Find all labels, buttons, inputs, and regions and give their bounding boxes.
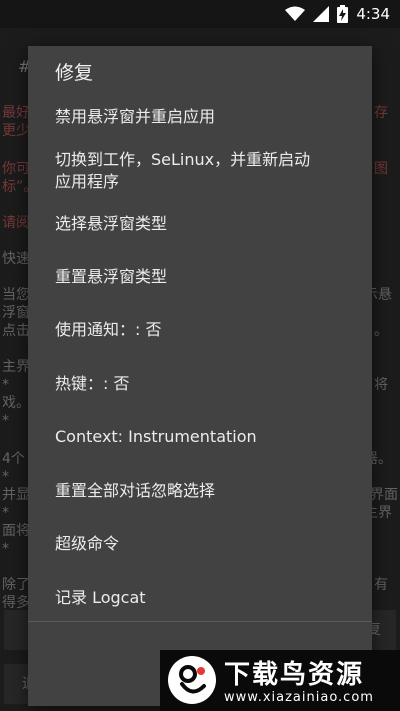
status-bar: 4:34 [0, 0, 400, 28]
menu-title: 修复 [55, 62, 94, 84]
menu-item-reset-dialog-ignore[interactable]: 重置全部对话忽略选择 [28, 480, 372, 502]
battery-charging-icon [337, 5, 349, 23]
menu-item-label: 选择悬浮窗类型 [55, 214, 168, 233]
menu-item-label: 重置全部对话忽略选择 [55, 481, 216, 500]
menu-item-label: 热键：: 否 [55, 374, 130, 393]
watermark-name: 下载鸟资源 [224, 660, 365, 690]
site-watermark: 下载鸟资源 www.xiazainiao.com [160, 650, 400, 711]
menu-item-label: 切换到工作，SeLinux，并重新启动 应用程序 [55, 150, 311, 191]
signal-icon [313, 6, 330, 22]
menu-item-label: 超级命令 [55, 534, 120, 553]
menu-item-context[interactable]: Context: Instrumentation [28, 426, 372, 448]
status-time: 4:34 [356, 5, 390, 23]
menu-item-logcat[interactable]: 记录 Logcat [28, 587, 372, 609]
wifi-icon [285, 6, 306, 21]
bird-logo-icon [168, 656, 216, 704]
menu-item-super-command[interactable]: 超级命令 [28, 533, 372, 555]
menu-item-disable-float-restart[interactable]: 禁用悬浮窗并重启应用 [28, 106, 372, 128]
menu-divider [28, 621, 372, 622]
menu-item-label: 记录 Logcat [55, 588, 146, 607]
menu-item-label: Context: Instrumentation [55, 427, 257, 446]
menu-item-switch-work-selinux[interactable]: 切换到工作，SeLinux，并重新启动 应用程序 [28, 149, 372, 193]
menu-item-reset-float-type[interactable]: 重置悬浮窗类型 [28, 266, 372, 288]
menu-item-hotkey[interactable]: 热键：: 否 [28, 373, 372, 395]
watermark-url: www.xiazainiao.com [224, 690, 374, 705]
menu-item-label: 重置悬浮窗类型 [55, 267, 168, 286]
menu-item-select-float-type[interactable]: 选择悬浮窗类型 [28, 213, 372, 235]
menu-item-use-notification[interactable]: 使用通知：: 否 [28, 319, 372, 341]
menu-item-label: 禁用悬浮窗并重启应用 [55, 107, 216, 126]
menu-item-label: 使用通知：: 否 [55, 320, 162, 339]
status-icons: 4:34 [285, 4, 390, 24]
fix-menu-dialog: 修复 禁用悬浮窗并重启应用 切换到工作，SeLinux，并重新启动 应用程序 选… [28, 46, 372, 706]
